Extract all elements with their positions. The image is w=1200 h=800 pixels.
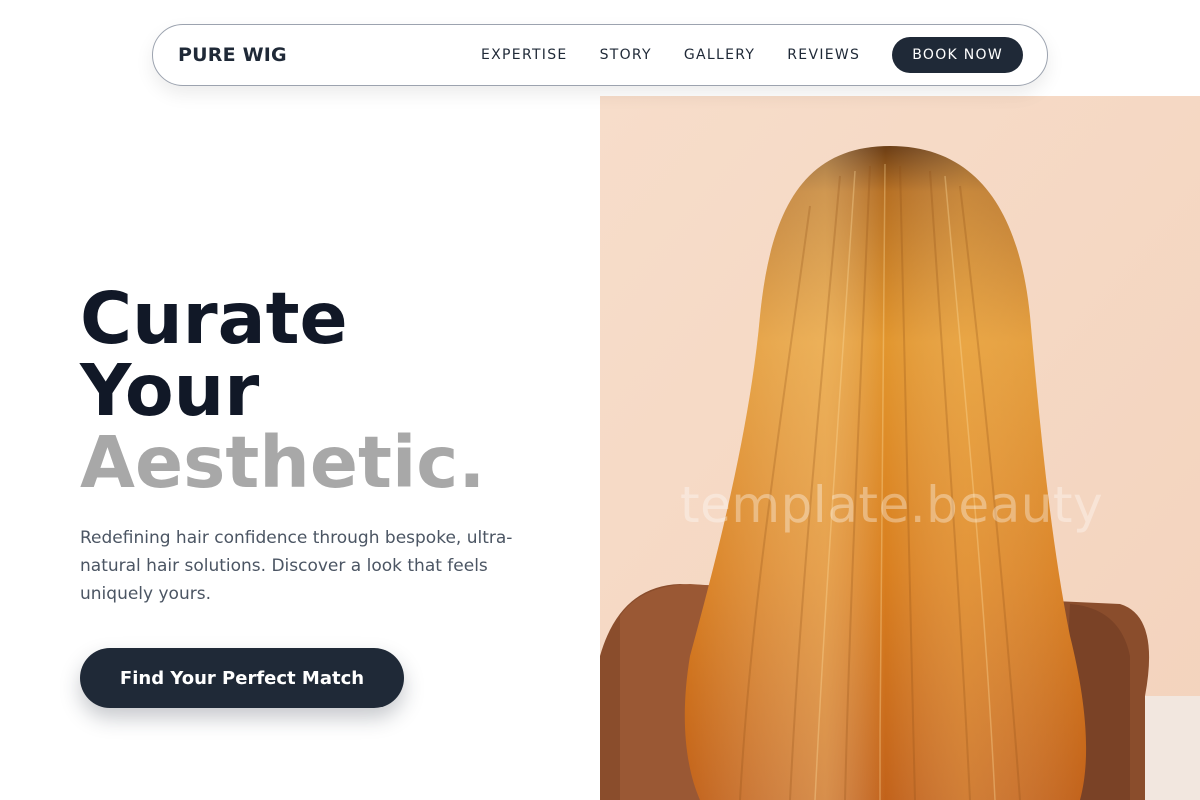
brand-logo[interactable]: PURE WIG — [178, 44, 287, 66]
hero-title: Curate Your Aesthetic. — [80, 283, 485, 499]
hero-image: template.beauty — [600, 96, 1200, 800]
hero-title-line-2: Your — [80, 349, 260, 432]
nav-link-reviews[interactable]: REVIEWS — [787, 47, 860, 63]
nav-link-gallery[interactable]: GALLERY — [684, 47, 755, 63]
nav-link-story[interactable]: STORY — [600, 47, 652, 63]
hero-title-line-1: Curate — [80, 277, 348, 360]
watermark-text: template.beauty — [680, 476, 1104, 534]
wig-illustration — [600, 96, 1200, 800]
hero-subtitle: Redefining hair confidence through bespo… — [80, 528, 513, 604]
hero-title-line-3: Aesthetic. — [80, 421, 486, 504]
nav-links: EXPERTISE STORY GALLERY REVIEWS BOOK NOW — [481, 37, 1023, 73]
nav-link-expertise[interactable]: EXPERTISE — [481, 47, 568, 63]
top-navbar: PURE WIG EXPERTISE STORY GALLERY REVIEWS… — [152, 24, 1048, 86]
book-now-button[interactable]: BOOK NOW — [892, 37, 1023, 73]
find-match-button[interactable]: Find Your Perfect Match — [80, 648, 404, 708]
